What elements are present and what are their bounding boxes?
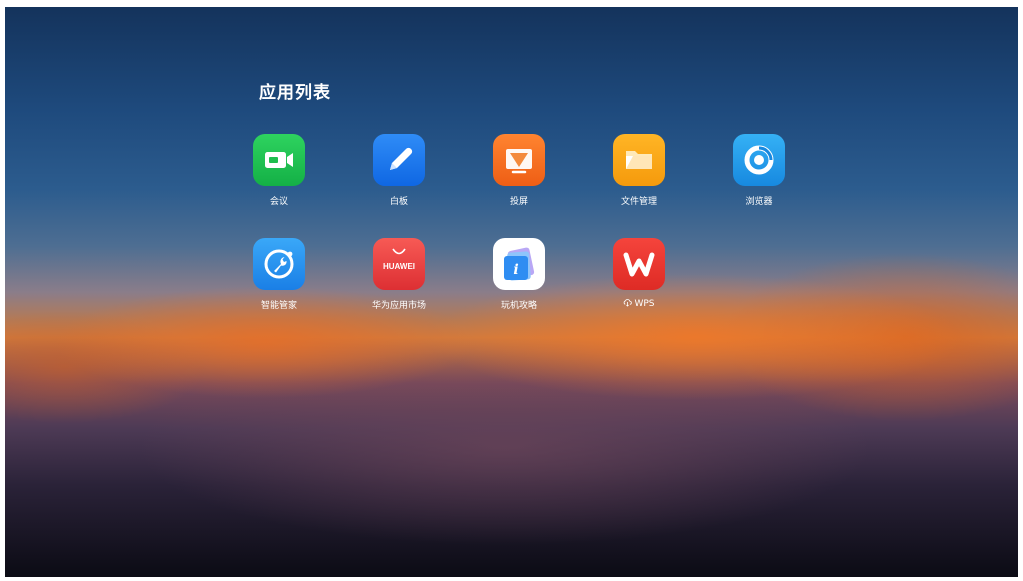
app-label: 华为应用市场 bbox=[371, 301, 426, 311]
app-label: 会议 bbox=[269, 197, 288, 207]
app-meeting[interactable]: 会议 bbox=[233, 134, 325, 207]
app-wps[interactable]: WPS bbox=[593, 238, 685, 309]
huawei-logo-text: HUAWEI bbox=[383, 262, 415, 271]
app-smart-manager[interactable]: 智能管家 bbox=[233, 238, 325, 311]
app-label: 浏览器 bbox=[745, 197, 773, 207]
page-title: 应用列表 bbox=[259, 83, 331, 103]
app-label: 文件管理 bbox=[620, 197, 657, 207]
app-screencast[interactable]: 投屏 bbox=[473, 134, 565, 207]
huawei-appgallery-icon: HUAWEI bbox=[373, 238, 425, 290]
wps-icon bbox=[613, 238, 665, 290]
app-whiteboard[interactable]: 白板 bbox=[353, 134, 445, 207]
pen-whiteboard-icon bbox=[373, 134, 425, 186]
folder-icon bbox=[613, 134, 665, 186]
app-tips[interactable]: i 玩机攻略 bbox=[473, 238, 565, 311]
wrench-manager-icon bbox=[253, 238, 305, 290]
tips-info-icon: i bbox=[493, 238, 545, 290]
tips-logo-text: i bbox=[513, 262, 518, 278]
app-label: 智能管家 bbox=[260, 301, 297, 311]
browser-swirl-icon bbox=[733, 134, 785, 186]
desktop-screen: 应用列表 会议 白板 投屏 文件管理 浏览器 智能管家 HUAWEI 华为应用市… bbox=[5, 7, 1018, 577]
app-label: 玩机攻略 bbox=[500, 301, 537, 311]
app-label: 白板 bbox=[389, 197, 408, 207]
video-meeting-icon bbox=[253, 134, 305, 186]
cloud-download-icon bbox=[624, 299, 633, 307]
app-browser[interactable]: 浏览器 bbox=[713, 134, 805, 207]
app-huawei-appgallery[interactable]: HUAWEI 华为应用市场 bbox=[353, 238, 445, 311]
screen-cast-icon bbox=[493, 134, 545, 186]
app-label-wps: WPS bbox=[593, 298, 685, 309]
app-file-manager[interactable]: 文件管理 bbox=[593, 134, 685, 207]
app-label: 投屏 bbox=[509, 197, 528, 207]
app-label: WPS bbox=[634, 299, 655, 309]
